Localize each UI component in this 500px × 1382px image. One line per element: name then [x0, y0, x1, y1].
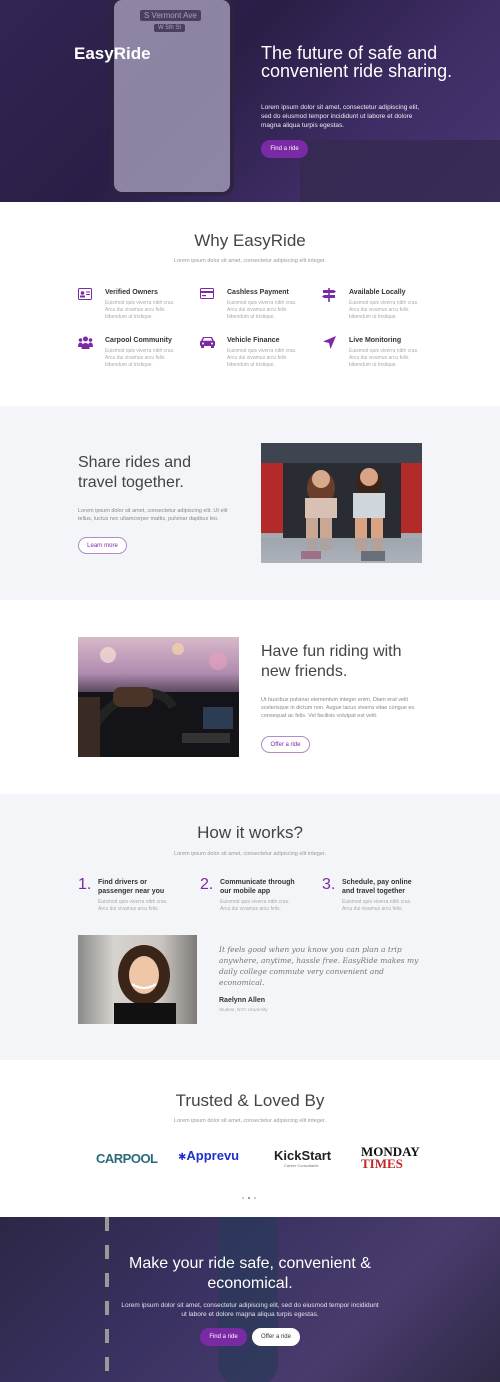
share-text: Lorem ipsum dolor sit amet, consectetur … — [78, 508, 228, 522]
feature-description: Euismod quis viverra nibh cras. Arcu dui… — [227, 348, 297, 368]
testimonial-photo — [78, 935, 197, 1024]
feature-description: Euismod quis viverra nibh cras. Arcu dui… — [349, 300, 419, 320]
step-number: 3. — [322, 876, 336, 893]
testimonial-author: Raelynn Allen — [219, 997, 266, 1004]
feature-title: Cashless Payment — [227, 289, 289, 296]
monday-times-logo[interactable]: MONDAY TIMES — [361, 1145, 420, 1171]
kickstart-logo[interactable]: KickStart Career Consultants — [274, 1148, 331, 1168]
footer-title: Make your ride safe, convenient & econom… — [129, 1255, 371, 1292]
id-card-icon — [78, 288, 92, 302]
feature-description: Euismod quis viverra nibh cras. Arcu dui… — [349, 348, 419, 368]
fun-text: Ut faucibus pulvinar elementum integer e… — [261, 697, 415, 719]
testimonial-quote: It feels good when you know you can plan… — [219, 945, 419, 987]
step-title: Schedule, pay online and travel together — [342, 879, 412, 895]
feature-description: Euismod quis viverra nibh cras. Arcu dui… — [105, 300, 175, 320]
feature-description: Euismod quis viverra nibh cras. Arcu dui… — [105, 348, 175, 368]
footer-offer-ride-button[interactable]: Offer a ride — [252, 1328, 300, 1346]
credit-card-icon — [200, 288, 214, 302]
hero-description: Lorem ipsum dolor sit amet, consectetur … — [261, 104, 420, 129]
feature-title: Available Locally — [349, 289, 406, 296]
step-description: Euismod quis viverra nibh cras. Arcu dui… — [220, 899, 290, 912]
testimonial-author-role: Student, NYC University — [219, 1007, 268, 1012]
feature-description: Euismod quis viverra nibh cras. Arcu dui… — [227, 300, 297, 320]
times-logo-text: TIMES — [361, 1156, 403, 1171]
step-title: Find drivers or passenger near you — [98, 879, 165, 895]
apprevu-logo[interactable]: ✱Apprevu — [178, 1148, 239, 1163]
footer-cta-section — [0, 1217, 500, 1382]
share-section — [0, 406, 500, 600]
step-number: 2. — [200, 876, 214, 893]
trusted-title: Trusted & Loved By — [175, 1091, 325, 1110]
feature-title: Live Monitoring — [349, 337, 402, 344]
hero-section: S Vermont Ave W 5th St EasyRide The futu… — [0, 0, 500, 202]
apprevu-logo-text: Apprevu — [186, 1148, 240, 1163]
find-ride-button[interactable]: Find a ride — [261, 140, 308, 158]
why-title: Why EasyRide — [194, 231, 306, 250]
carousel-dots[interactable] — [240, 1186, 264, 1199]
people-icon — [78, 336, 93, 350]
kickstart-logo-subtitle: Career Consultants — [284, 1163, 319, 1168]
kickstart-logo-text: KickStart — [274, 1148, 332, 1163]
trusted-subtitle: Lorem ipsum dolor sit amet, consectetur … — [174, 1118, 326, 1124]
car-topdown-image — [218, 1217, 278, 1382]
brand-logo[interactable]: EasyRide — [74, 44, 151, 64]
hero-title: The future of safe and convenient ride s… — [261, 43, 453, 81]
learn-more-button[interactable]: Learn more — [78, 537, 127, 554]
carpool-logo[interactable]: CARPOOL — [96, 1151, 158, 1166]
share-title: Share rides and travel together. — [78, 454, 191, 491]
feature-title: Carpool Community — [105, 337, 172, 344]
why-subtitle: Lorem ipsum dolor sit amet, consectetur … — [174, 258, 326, 264]
footer-find-ride-button[interactable]: Find a ride — [200, 1328, 247, 1346]
step-description: Euismod quis viverra nibh cras. Arcu dui… — [342, 899, 412, 912]
car-icon — [200, 336, 215, 350]
offer-ride-button[interactable]: Offer a ride — [261, 736, 310, 753]
how-title: How it works? — [197, 823, 303, 842]
signpost-icon — [322, 288, 336, 302]
feature-title: Verified Owners — [105, 289, 158, 296]
location-arrow-icon — [322, 336, 336, 350]
feature-title: Vehicle Finance — [227, 337, 280, 344]
step-title: Communicate through our mobile app — [220, 879, 295, 895]
friends-car-trunk-photo — [261, 443, 422, 563]
driver-steering-photo — [78, 637, 239, 757]
fun-title: Have fun riding with new friends. — [261, 643, 402, 680]
footer-text: Lorem ipsum dolor sit amet, consectetur … — [121, 1302, 379, 1318]
carpool-logo-text: CARPOOL — [96, 1151, 158, 1166]
step-number: 1. — [78, 876, 92, 893]
step-description: Euismod quis viverra nibh cras. Arcu dui… — [98, 899, 168, 912]
how-subtitle: Lorem ipsum dolor sit amet, consectetur … — [174, 851, 326, 857]
